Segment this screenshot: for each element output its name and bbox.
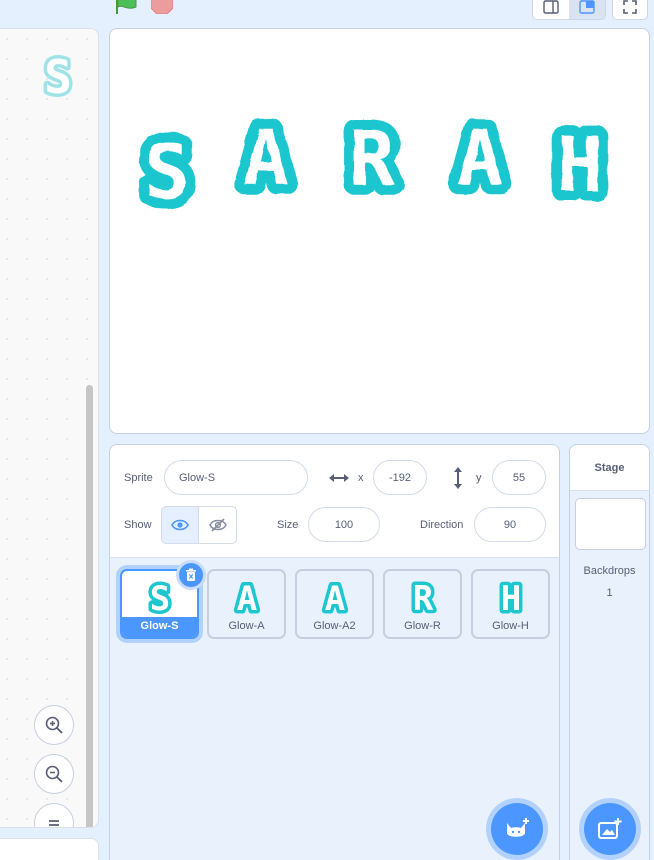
- small-stage-button[interactable]: [533, 0, 569, 19]
- sprite-costume-thumbnail: S: [41, 49, 76, 103]
- stage-canvas[interactable]: S A R A H: [109, 28, 650, 434]
- stage-letter-r: R: [349, 114, 395, 203]
- cat-plus-icon: [507, 818, 529, 837]
- code-area[interactable]: S: [0, 28, 99, 828]
- sprite-label: Sprite: [124, 472, 153, 484]
- zoom-out-button[interactable]: [34, 754, 74, 794]
- show-toggle: [161, 506, 237, 544]
- green-flag-icon[interactable]: [114, 0, 140, 14]
- fullscreen-icon: [623, 0, 637, 14]
- sprite-thumbnail: S: [146, 577, 173, 617]
- size-label: Size: [277, 519, 299, 531]
- backdrops-count: 1: [606, 587, 613, 599]
- eye-slash-icon: [208, 518, 227, 532]
- svg-text:S: S: [44, 50, 72, 103]
- sprite-thumbnail: R: [409, 577, 437, 617]
- direction-label: Direction: [420, 519, 464, 531]
- x-input[interactable]: -192: [373, 460, 427, 495]
- backdrops-label: Backdrops: [583, 565, 636, 577]
- sprite-thumbnail: H: [497, 577, 524, 617]
- eye-icon: [171, 519, 189, 531]
- show-hidden-button[interactable]: [199, 507, 236, 543]
- stage-selector[interactable]: Stage Backdrops 1: [569, 444, 650, 860]
- choose-sprite-button[interactable]: [491, 803, 543, 855]
- stage-letter-a: A: [243, 113, 289, 202]
- sprite-tile-glow-r[interactable]: R Glow-R: [383, 569, 462, 639]
- stage-letter-s: S: [144, 127, 190, 216]
- choose-backdrop-button[interactable]: [584, 803, 636, 855]
- sprite-thumbnail: A: [233, 577, 260, 617]
- sprite-tile-name: Glow-H: [492, 620, 529, 632]
- sprite-tile-name: Glow-R: [404, 620, 441, 632]
- stage-letter-a2: A: [457, 113, 503, 202]
- svg-text:H: H: [500, 579, 520, 617]
- sprite-thumbnail: A: [321, 577, 348, 617]
- stage-letters: S A R A H: [134, 103, 613, 226]
- normal-stage-icon: [579, 0, 595, 14]
- zoom-reset-button[interactable]: [34, 803, 74, 827]
- svg-text:A: A: [236, 579, 256, 617]
- svg-text:S: S: [149, 579, 169, 617]
- x-position-icon: [329, 474, 349, 482]
- sprite-tile-glow-a2[interactable]: A Glow-A2: [295, 569, 374, 639]
- sprite-info-pane: Sprite Glow-S x -192 y 55 Show Size 100 …: [109, 444, 560, 860]
- x-label: x: [358, 472, 364, 484]
- sprite-name-input[interactable]: Glow-S: [164, 460, 308, 495]
- stage-size-toggle: [532, 0, 606, 20]
- zoom-in-icon: [45, 716, 63, 734]
- backdrop-plus-icon: [598, 818, 622, 839]
- direction-input[interactable]: 90: [474, 507, 546, 542]
- stage-title: Stage: [570, 445, 649, 491]
- code-area-scrollbar[interactable]: [86, 385, 93, 827]
- show-label: Show: [124, 519, 152, 531]
- stop-sign-icon[interactable]: [151, 0, 173, 14]
- sprite-info: Sprite Glow-S x -192 y 55 Show Size 100 …: [110, 445, 559, 558]
- show-visible-button[interactable]: [162, 507, 200, 543]
- zoom-out-icon: [45, 765, 63, 783]
- y-position-icon: [454, 467, 462, 489]
- trash-icon: [186, 568, 196, 581]
- fullscreen-button[interactable]: [612, 0, 648, 20]
- sprite-tile-name: Glow-S: [122, 617, 197, 637]
- zoom-in-button[interactable]: [34, 705, 74, 745]
- sprite-tile-name: Glow-A2: [313, 620, 356, 632]
- size-input[interactable]: 100: [308, 507, 380, 542]
- small-stage-icon: [543, 0, 559, 14]
- sprite-tile-glow-h[interactable]: H Glow-H: [471, 569, 550, 639]
- stage-header: [0, 0, 654, 26]
- sprite-tile-name: Glow-A: [228, 620, 265, 632]
- normal-stage-button[interactable]: [569, 0, 605, 19]
- stage-backdrop-thumbnail[interactable]: [575, 498, 646, 550]
- svg-text:A: A: [324, 579, 344, 617]
- delete-sprite-button[interactable]: [176, 560, 206, 590]
- stage-letter-h: H: [557, 120, 603, 209]
- sprite-tile-glow-a[interactable]: A Glow-A: [207, 569, 286, 639]
- svg-text:R: R: [412, 579, 433, 617]
- y-label: y: [476, 472, 482, 484]
- equals-icon: [49, 820, 59, 826]
- backpack-panel[interactable]: [0, 838, 99, 860]
- y-input[interactable]: 55: [492, 460, 546, 495]
